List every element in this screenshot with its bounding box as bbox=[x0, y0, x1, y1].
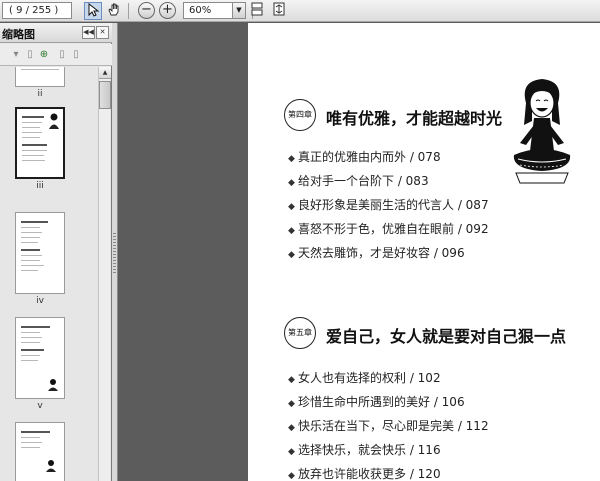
toc-item[interactable]: ◆ 放弃也许能收获更多 / 120 bbox=[288, 466, 489, 481]
toc-item[interactable]: ◆ 真正的优雅由内而外 / 078 bbox=[288, 149, 489, 173]
panel-title: 缩略图 bbox=[2, 28, 35, 41]
bullet-icon: ◆ bbox=[288, 471, 295, 481]
bullet-icon: ◆ bbox=[288, 226, 295, 236]
chapter-title: 爱自己，女人就是要对自己狠一点 bbox=[326, 327, 567, 346]
toc-item[interactable]: ◆ 天然去雕饰，才是好妆容 / 096 bbox=[288, 245, 489, 269]
bullet-icon: ◆ bbox=[288, 375, 295, 385]
bullet-icon: ◆ bbox=[288, 399, 295, 409]
chapter-title: 唯有优雅，才能超越时光 bbox=[326, 109, 503, 128]
thumbnail-label: iii bbox=[36, 181, 44, 191]
fit-page-icon[interactable] bbox=[270, 2, 288, 20]
page-thumbnail[interactable] bbox=[15, 422, 65, 481]
page-insert-icon[interactable]: ▯ bbox=[56, 48, 68, 62]
toc-item[interactable]: ◆ 珍惜生命中所遇到的美好 / 106 bbox=[288, 394, 489, 418]
toc-item[interactable]: ◆ 给对手一个台阶下 / 083 bbox=[288, 173, 489, 197]
page-copy-icon[interactable]: ▯ bbox=[70, 48, 82, 62]
toc-item[interactable]: ◆ 喜怒不形于色，优雅自在眼前 / 092 bbox=[288, 221, 489, 245]
thumbnail-scrollbar[interactable]: ▲ bbox=[98, 67, 111, 481]
toc-item[interactable]: ◆ 良好形象是美丽生活的代言人 / 087 bbox=[288, 197, 489, 221]
toc-item[interactable]: ◆ 快乐活在当下，尽心即是完美 / 112 bbox=[288, 418, 489, 442]
chapter-item-list: ◆ 真正的优雅由内而外 / 078 ◆ 给对手一个台阶下 / 083 ◆ 良好形象是美… bbox=[288, 149, 489, 269]
document-view[interactable]: 第四章 唯有优雅，才能超越时光 ◆ 真正的优雅由内而外 / 078 ◆ 给对手一个台… bbox=[119, 23, 600, 481]
toolbar-separator bbox=[128, 3, 129, 19]
splitter-grip[interactable] bbox=[113, 233, 116, 273]
document-page: 第四章 唯有优雅，才能超越时光 ◆ 真正的优雅由内而外 / 078 ◆ 给对手一个台… bbox=[248, 23, 600, 481]
page-delete-icon[interactable]: ▯ bbox=[24, 48, 36, 62]
bullet-icon: ◆ bbox=[288, 447, 295, 457]
toc-item[interactable]: ◆ 选择快乐，就会快乐 / 116 bbox=[288, 442, 489, 466]
toolbar: ( 9 / 255 ) − + 60% ▼ bbox=[0, 0, 600, 22]
thumbnail-panel: 缩略图 ◀◀ ✕ ▾ ▯ ⊕ ▯ ▯ ii iii iv v ▲ bbox=[0, 23, 112, 481]
thumbnail-label: iv bbox=[36, 296, 44, 306]
panel-header: 缩略图 ◀◀ ✕ bbox=[0, 23, 112, 43]
girl-illustration-icon bbox=[513, 79, 571, 184]
options-icon[interactable]: ▾ bbox=[10, 48, 22, 62]
bullet-icon: ◆ bbox=[288, 178, 295, 188]
thumbnail-list: ii iii iv v bbox=[0, 67, 98, 481]
chapter-badge: 第五章 bbox=[284, 317, 316, 349]
bullet-icon: ◆ bbox=[288, 250, 295, 260]
select-tool-icon[interactable] bbox=[84, 2, 102, 20]
zoom-input[interactable]: 60% bbox=[183, 2, 233, 19]
page-thumbnail[interactable] bbox=[15, 212, 65, 294]
close-panel-icon[interactable]: ✕ bbox=[96, 26, 109, 39]
page-zoom-icon[interactable]: ⊕ bbox=[38, 48, 50, 62]
toc-item[interactable]: ◆ 女人也有选择的权利 / 102 bbox=[288, 370, 489, 394]
scroll-up-icon[interactable]: ▲ bbox=[99, 67, 111, 79]
zoom-in-icon[interactable]: + bbox=[159, 2, 176, 19]
bullet-icon: ◆ bbox=[288, 154, 295, 164]
page-thumbnail-selected[interactable] bbox=[15, 107, 65, 179]
thumbnail-label: v bbox=[37, 401, 43, 411]
chapter-item-list: ◆ 女人也有选择的权利 / 102 ◆ 珍惜生命中所遇到的美好 / 106 ◆ 快乐活… bbox=[288, 370, 489, 481]
page-thumbnail[interactable] bbox=[15, 317, 65, 399]
page-thumbnail[interactable] bbox=[15, 67, 65, 87]
scrolling-mode-icon[interactable] bbox=[248, 2, 266, 20]
thumbnail-label: ii bbox=[37, 89, 43, 99]
hand-tool-icon[interactable] bbox=[105, 2, 123, 20]
collapse-left-icon[interactable]: ◀◀ bbox=[82, 26, 95, 39]
panel-toolbar: ▾ ▯ ⊕ ▯ ▯ bbox=[0, 44, 112, 66]
scrollbar-thumb[interactable] bbox=[99, 81, 111, 109]
bullet-icon: ◆ bbox=[288, 423, 295, 433]
page-number-field[interactable]: ( 9 / 255 ) bbox=[2, 2, 72, 19]
zoom-out-icon[interactable]: − bbox=[138, 2, 155, 19]
bullet-icon: ◆ bbox=[288, 202, 295, 212]
panel-splitter[interactable] bbox=[112, 23, 118, 481]
zoom-dropdown-icon[interactable]: ▼ bbox=[233, 2, 246, 19]
chapter-badge: 第四章 bbox=[284, 99, 316, 131]
